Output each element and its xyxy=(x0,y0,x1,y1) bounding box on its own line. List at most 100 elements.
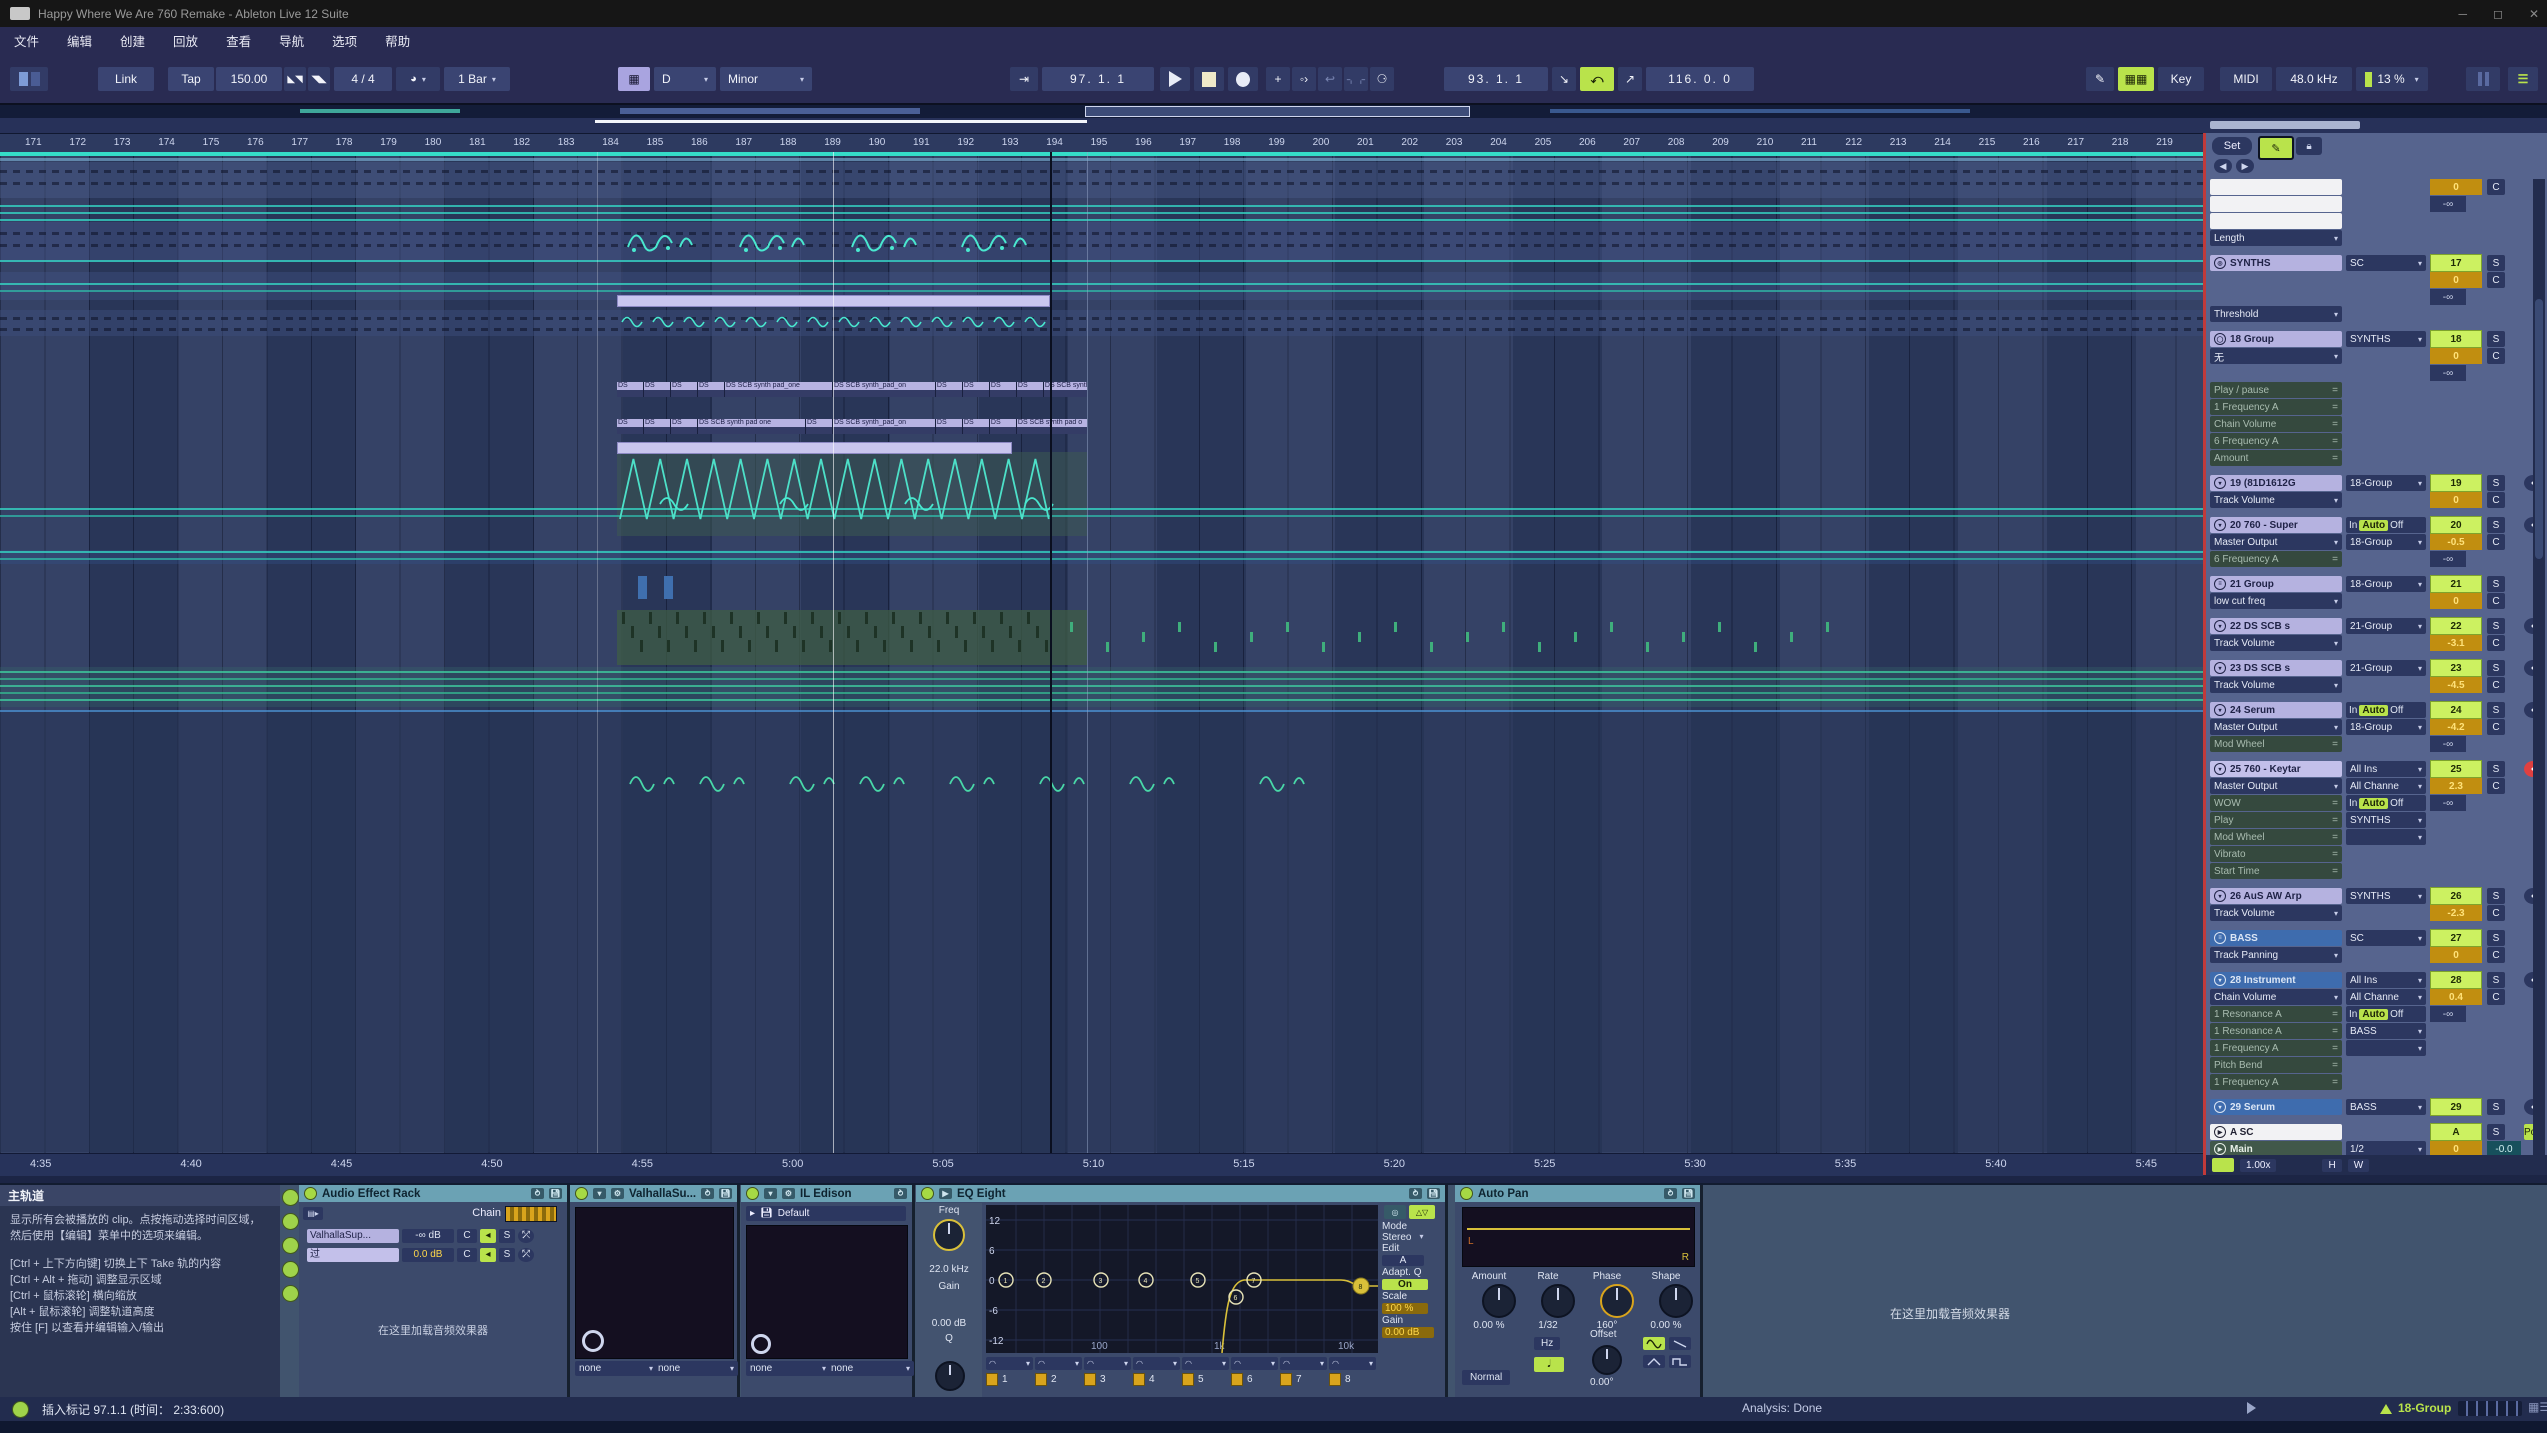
track-header[interactable]: ▾20 760 - Super xyxy=(2210,517,2342,533)
maximize-button[interactable]: ◻ xyxy=(2493,7,2503,21)
eq-band-2[interactable]: ◠▾2 xyxy=(1035,1357,1082,1386)
track-header[interactable]: ▾28 Instrument xyxy=(2210,972,2342,988)
clip-segment[interactable]: DS xyxy=(963,382,990,397)
lane-label-box[interactable]: 1 Frequency A= xyxy=(2210,399,2342,415)
monitor-auto[interactable]: Auto xyxy=(2359,798,2388,809)
pan-value[interactable]: -4.5 xyxy=(2430,677,2482,693)
track-name-box[interactable]: ≡21 Group xyxy=(2210,576,2342,592)
chain-mix-meter[interactable] xyxy=(505,1206,557,1222)
lock-icon[interactable]: 🔒︎ xyxy=(2296,137,2322,155)
autopan-knob-shape[interactable]: Shape0.00 % xyxy=(1639,1271,1693,1331)
track-header[interactable]: ▾19 (81D1612G xyxy=(2210,475,2342,491)
sidechain-select[interactable]: none▾ xyxy=(654,1361,738,1376)
solo-button[interactable]: S xyxy=(2487,660,2505,676)
device-on-toggle[interactable] xyxy=(304,1187,317,1200)
value-cell[interactable]: 28 xyxy=(2430,972,2482,988)
menu-item-帮助[interactable]: 帮助 xyxy=(371,31,424,50)
loop-start-field[interactable]: 93. 1. 1 xyxy=(1444,67,1548,91)
routing-select[interactable]: 18-Group▾ xyxy=(2346,475,2426,491)
clip-segment[interactable]: DS xyxy=(1017,382,1044,397)
lane-label-box[interactable]: Vibrato= xyxy=(2210,846,2342,862)
value-cell[interactable]: 27 xyxy=(2430,930,2482,946)
zoom-level[interactable]: 1.00x xyxy=(2240,1159,2276,1172)
track-number[interactable]: 17 xyxy=(2430,254,2482,272)
lane-label-box[interactable]: Pitch Bend= xyxy=(2210,1057,2342,1073)
automation-pencil-icon[interactable]: ✎ xyxy=(2258,136,2294,160)
scale-value[interactable]: 100 % xyxy=(1382,1303,1428,1314)
lane-label-box[interactable]: Mod Wheel= xyxy=(2210,829,2342,845)
band-shape-select[interactable]: ◠▾ xyxy=(1231,1357,1278,1370)
knob-dial[interactable] xyxy=(1659,1284,1693,1318)
value-cell[interactable]: -4.2 xyxy=(2430,719,2482,735)
lane-label-box[interactable]: Start Time= xyxy=(2210,863,2342,879)
knob-dial[interactable] xyxy=(1541,1284,1575,1318)
monitor-box[interactable]: InAutoOff xyxy=(2346,795,2426,811)
monitor-switch[interactable]: InAutoOff xyxy=(2346,1006,2426,1022)
eq-graph[interactable]: 1260-6-121001k10k12345678 xyxy=(986,1205,1378,1353)
eq-band-8[interactable]: ◠▾8 xyxy=(1329,1357,1376,1386)
automation-lane[interactable]: 1 Frequency A= xyxy=(2210,1074,2342,1090)
loop-switch[interactable]: ⤺ xyxy=(1580,67,1614,91)
band-power-box[interactable] xyxy=(1280,1373,1292,1386)
solo-button[interactable]: S xyxy=(2487,618,2505,634)
view-grid-icon[interactable] xyxy=(10,67,48,91)
arrangement-overview[interactable] xyxy=(0,105,2547,118)
solo-button[interactable]: S xyxy=(2487,475,2505,491)
chain-speaker-icon[interactable]: ◂ xyxy=(480,1229,496,1243)
shape-sine-button[interactable] xyxy=(1643,1337,1665,1350)
scroll-handle[interactable] xyxy=(2210,121,2360,129)
band-toggle[interactable]: 8 xyxy=(1329,1373,1376,1386)
value-cell[interactable]: 24 xyxy=(2430,702,2482,718)
track-number[interactable]: 19 xyxy=(2430,474,2482,492)
routing-select[interactable]: SYNTHS▾ xyxy=(2346,812,2426,828)
track-header[interactable]: ▾24 Serum xyxy=(2210,702,2342,718)
scale-keys-icon[interactable]: ▦ xyxy=(618,67,650,91)
device-title-bar[interactable]: Audio Effect Rack ⥁ 💾︎ xyxy=(299,1185,567,1202)
volume-value[interactable]: -∞ xyxy=(2430,551,2466,567)
re-enable-automation-icon[interactable]: ↩ xyxy=(1318,67,1342,91)
track-header[interactable]: ◯18 Group xyxy=(2210,331,2342,347)
device-on-toggle[interactable] xyxy=(746,1187,759,1200)
routing-select[interactable]: SYNTHS▾ xyxy=(2346,331,2426,347)
clip-segment[interactable]: DS xyxy=(671,419,698,434)
routing-select[interactable]: All Channe▾ xyxy=(2346,989,2426,1005)
save-preset-icon[interactable]: 💾︎ xyxy=(760,1208,773,1219)
plugin-knob[interactable] xyxy=(751,1334,771,1354)
clip-segment[interactable]: DS xyxy=(936,419,963,434)
routing-select[interactable]: SC▾ xyxy=(2346,255,2426,271)
solo-button[interactable]: S xyxy=(2487,972,2505,988)
autopan-knob-rate[interactable]: Rate1/32 xyxy=(1521,1271,1575,1331)
lane-label-box[interactable]: 6 Frequency A= xyxy=(2210,433,2342,449)
clip-row[interactable]: DSDSDSDS SCB synth pad oneDSDS SCB synth… xyxy=(617,419,1087,434)
band-power-box[interactable] xyxy=(1133,1373,1145,1386)
crossfade-button[interactable]: C xyxy=(2487,272,2505,288)
track-name-box[interactable]: ▾22 DS SCB s xyxy=(2210,618,2342,634)
prev-arrow-icon[interactable]: ◀ xyxy=(2214,159,2232,173)
routing-dropdown[interactable]: 18-Group▾ xyxy=(2346,576,2426,592)
audition-headphone-icon[interactable]: ◎ xyxy=(1384,1205,1406,1219)
monitor-switch[interactable]: InAutoOff xyxy=(2346,517,2426,533)
value-cell[interactable]: 19 xyxy=(2430,475,2482,491)
offset-knob[interactable] xyxy=(1592,1345,1622,1375)
automation-lane[interactable]: 1 Frequency A= xyxy=(2210,399,2342,415)
value-cell[interactable]: 18 xyxy=(2430,331,2482,347)
height-button[interactable]: H xyxy=(2322,1159,2341,1172)
routing-dropdown[interactable]: 21-Group▾ xyxy=(2346,618,2426,634)
band-power-box[interactable] xyxy=(1329,1373,1341,1386)
routing-select[interactable]: 18-Group▾ xyxy=(2346,719,2426,735)
param-dropdown[interactable]: 无▾ xyxy=(2210,348,2342,364)
clip-segment[interactable]: DS xyxy=(698,382,725,397)
metronome-toggle[interactable]: ◕▾ xyxy=(396,67,440,91)
device-title-bar[interactable]: ▾ ⚙︎ ValhallaSu... ⥁ 💾︎ xyxy=(570,1185,737,1202)
clip-segment[interactable]: DS xyxy=(671,382,698,397)
shape-square-button[interactable] xyxy=(1669,1355,1691,1368)
track-header[interactable]: ≡BASS xyxy=(2210,930,2342,946)
clip-segment[interactable]: DS xyxy=(806,419,833,434)
band-power-box[interactable] xyxy=(1035,1373,1047,1386)
clip-segment[interactable]: DS SCB synth_pad_on xyxy=(833,382,936,397)
pan-value[interactable]: 0.4 xyxy=(2430,989,2482,1005)
info-icon[interactable] xyxy=(12,1401,29,1418)
output-gain-value[interactable]: 0.00 dB xyxy=(1382,1327,1434,1338)
track-header[interactable]: ▾29 Serum xyxy=(2210,1099,2342,1115)
nudge-down-button[interactable]: ◣◥ xyxy=(284,67,306,91)
